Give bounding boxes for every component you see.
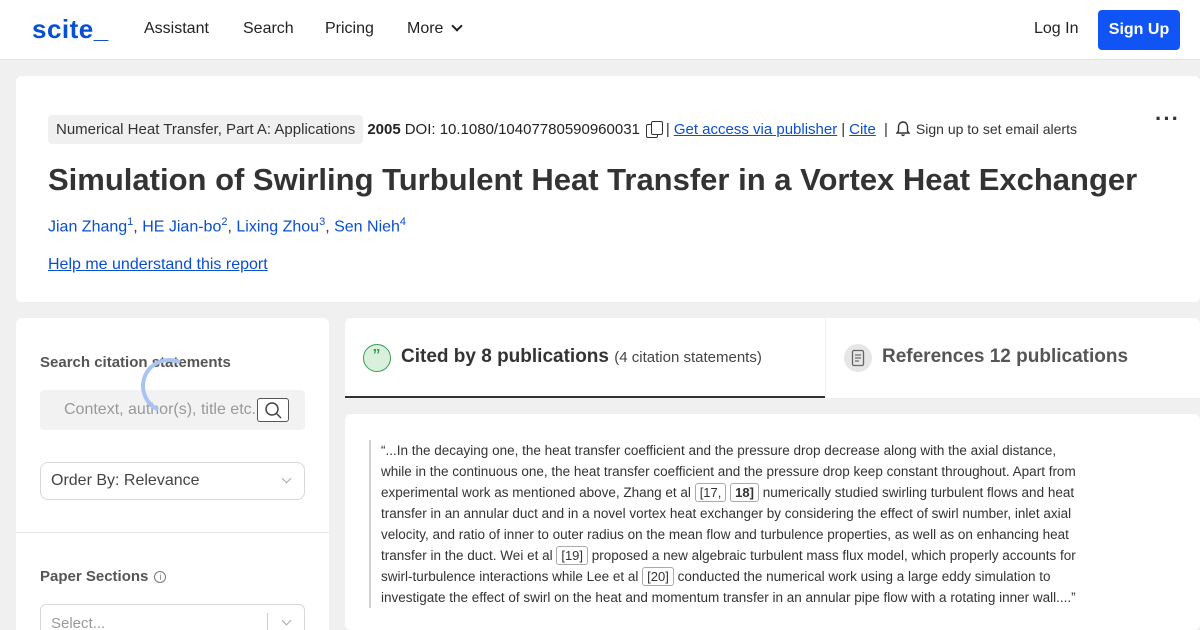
publisher-access-link[interactable]: Get access via publisher — [674, 121, 837, 138]
paper-header-card: Numerical Heat Transfer, Part A: Applica… — [16, 76, 1200, 302]
citation-statements-panel: “...In the decaying one, the heat transf… — [345, 414, 1200, 630]
more-options-icon[interactable]: ··· — [1155, 106, 1180, 132]
separator: | — [841, 120, 846, 138]
quote-bubble-icon: ” — [363, 344, 391, 372]
sections-placeholder: Select... — [51, 615, 106, 630]
nav-pricing[interactable]: Pricing — [325, 20, 374, 38]
separator: | — [665, 120, 670, 138]
search-button[interactable] — [257, 398, 289, 422]
author-link[interactable]: Sen Nieh — [334, 218, 400, 235]
reference-tag[interactable]: 18] — [730, 483, 759, 502]
cited-by-count: Cited by 8 publications — [401, 346, 609, 367]
nav-more[interactable]: More — [407, 20, 464, 38]
citation-statements-count: (4 citation statements) — [614, 349, 762, 366]
bell-icon — [895, 121, 911, 137]
author-link[interactable]: Lixing Zhou — [236, 218, 319, 235]
top-nav: scite_ Assistant Search Pricing More Log… — [0, 0, 1200, 60]
paper-sections-text: Paper Sections — [40, 568, 149, 585]
divider — [267, 613, 268, 630]
separator: | — [879, 120, 888, 138]
order-by-select[interactable]: Order By: Relevance — [40, 462, 305, 500]
login-link[interactable]: Log In — [1034, 20, 1078, 38]
chevron-down-icon — [281, 615, 292, 626]
chevron-down-icon — [281, 473, 292, 484]
paper-title: Simulation of Swirling Turbulent Heat Tr… — [48, 162, 1138, 197]
help-understand-link[interactable]: Help me understand this report — [48, 256, 268, 274]
author-affiliation: 4 — [399, 216, 407, 228]
author-list: Jian Zhang1, HE Jian-bo2, Lixing Zhou3, … — [48, 216, 407, 236]
reference-tag[interactable]: [17, — [694, 483, 727, 502]
copy-icon[interactable] — [645, 121, 663, 138]
doi-text: DOI: 10.1080/10407780590960031 — [404, 120, 640, 138]
signup-button[interactable]: Sign Up — [1098, 10, 1180, 50]
nav-assistant[interactable]: Assistant — [144, 20, 209, 38]
tab-cited-by[interactable]: ” Cited by 8 publications (4 citation st… — [345, 318, 825, 398]
author-link[interactable]: Jian Zhang — [48, 218, 127, 235]
reference-tag[interactable]: [20] — [642, 567, 674, 586]
author-link[interactable]: HE Jian-bo — [142, 218, 221, 235]
search-citations-label: Search citation statements — [40, 354, 231, 371]
filter-sidebar: Search citation statements Context, auth… — [16, 318, 329, 630]
nav-more-label: More — [407, 20, 444, 37]
chevron-down-icon — [451, 20, 464, 32]
order-by-value: Order By: Relevance — [51, 472, 200, 489]
journal-badge[interactable]: Numerical Heat Transfer, Part A: Applica… — [48, 114, 364, 144]
paper-sections-select[interactable]: Select... — [40, 604, 305, 630]
paper-sections-label: Paper Sections i — [40, 568, 167, 585]
references-label: References 12 publications — [882, 346, 1129, 367]
paper-meta-row: Numerical Heat Transfer, Part A: Applica… — [48, 114, 1077, 144]
publication-year: 2005 — [367, 120, 401, 138]
divider — [16, 532, 329, 533]
info-icon[interactable]: i — [154, 571, 167, 583]
document-icon — [844, 344, 872, 372]
scite-logo[interactable]: scite_ — [32, 14, 109, 45]
tab-references[interactable]: References 12 publications — [826, 318, 1200, 398]
citation-statement: “...In the decaying one, the heat transf… — [369, 440, 1089, 608]
search-icon — [265, 402, 282, 419]
reference-tag[interactable]: [19] — [556, 546, 589, 565]
email-alerts-link[interactable]: Sign up to set email alerts — [916, 121, 1077, 137]
cited-by-label: Cited by 8 publications (4 citation stat… — [401, 346, 762, 368]
cite-link[interactable]: Cite — [849, 121, 876, 138]
nav-search[interactable]: Search — [243, 20, 294, 38]
